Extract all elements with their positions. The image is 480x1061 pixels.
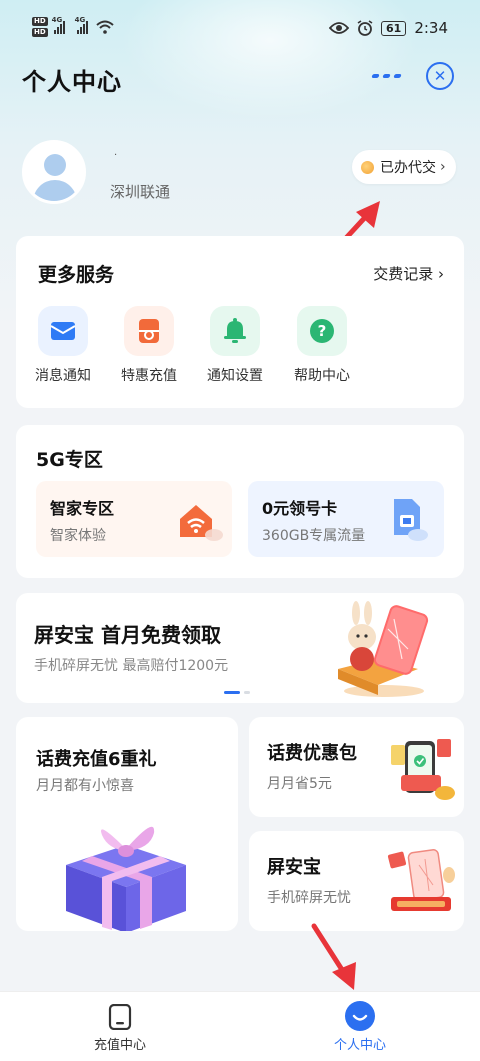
promo-subtitle: 月月省5元 (267, 776, 332, 792)
5g-zone-title: 5G专区 (36, 449, 103, 471)
banner-subtitle: 手机碎屏无忧 最高赔付1200元 (34, 658, 229, 674)
avatar[interactable] (22, 140, 86, 204)
service-label: 帮助中心 (294, 368, 350, 384)
phone-coupon-illustration (391, 739, 455, 800)
payment-records-link[interactable]: 交费记录 › (373, 263, 444, 284)
smart-home-subtitle: 智家体验 (50, 528, 106, 544)
screen-insurance-card[interactable]: 屏安宝 手机碎屏无忧 (249, 831, 464, 931)
signal-icon: 4G (75, 16, 88, 34)
services-title: 更多服务 (38, 264, 115, 286)
banner-pager (224, 691, 250, 694)
5g-zone-card: 5G专区 智家专区 智家体验 0元领号卡 360GB专属流量 (16, 425, 464, 578)
alarm-icon (357, 20, 373, 36)
screen-insurance-banner[interactable]: 屏安宝 首月免费领取 手机碎屏无忧 最高赔付1200元 (16, 593, 464, 703)
hd-indicator: HD HD (32, 17, 48, 37)
envelope-icon (38, 306, 88, 356)
bell-icon (210, 306, 260, 356)
promo-title: 话费充值6重礼 (36, 749, 157, 770)
smart-home-card[interactable]: 智家专区 智家体验 (36, 481, 232, 557)
service-item-messages[interactable]: 消息通知 (28, 306, 98, 385)
pager-dot-active (224, 691, 240, 694)
clock: 2:34 (414, 19, 448, 37)
nav-item-recharge-center[interactable]: 充值中心 (60, 992, 180, 1061)
coin-icon (361, 160, 374, 174)
signal-icon: 4G (52, 16, 65, 34)
gift-box-illustration (66, 826, 186, 931)
annotation-arrow (311, 923, 356, 990)
close-x-icon[interactable]: ✕ (426, 62, 454, 90)
smart-home-wifi-icon (180, 505, 223, 541)
promo-title: 话费优惠包 (267, 743, 357, 764)
paid-status-label: 已办代交 (380, 160, 436, 176)
more-dots-icon[interactable] (371, 66, 404, 86)
nav-label: 充值中心 (93, 1038, 146, 1053)
svg-text:?: ? (318, 322, 327, 340)
network-type: 4G (74, 16, 86, 24)
hd-label: HD (32, 28, 48, 37)
paid-status-button[interactable]: 已办代交 › (352, 150, 456, 184)
discount-pack-card[interactable]: 话费优惠包 月月省5元 (249, 717, 464, 817)
service-item-recharge[interactable]: 特惠充值 (114, 306, 184, 385)
banner-title: 屏安宝 首月免费领取 (34, 623, 221, 647)
service-label: 特惠充值 (121, 368, 177, 384)
battery-indicator: 61 (381, 20, 407, 36)
eye-icon (329, 22, 349, 34)
hd-label: HD (32, 17, 48, 26)
carrier-name: 深圳联通 (110, 183, 171, 201)
page-title: 个人中心 (22, 68, 122, 96)
network-type: 4G (51, 16, 63, 24)
smart-home-title: 智家专区 (50, 499, 115, 518)
promo-subtitle: 手机碎屏无忧 (267, 890, 351, 906)
question-icon: ? (297, 306, 347, 356)
promo-title: 屏安宝 (267, 857, 321, 878)
free-sim-card[interactable]: 0元领号卡 360GB专属流量 (248, 481, 444, 557)
promo-subtitle: 月月都有小惊喜 (36, 778, 134, 794)
nav-item-personal-center[interactable]: 个人中心 (300, 992, 420, 1061)
rabbit-phone-illustration (338, 601, 429, 697)
sim-card-icon (394, 499, 428, 541)
nav-label: 个人中心 (333, 1038, 386, 1053)
status-bar: HD HD 4G 4G 61 2:34 (0, 0, 480, 58)
pager-dot (244, 691, 250, 694)
username: · (114, 150, 118, 161)
bottom-nav: 充值中心 个人中心 (0, 991, 480, 1061)
phone-insurance-illustration (387, 849, 455, 911)
recharge-icon (124, 306, 174, 356)
service-label: 通知设置 (207, 368, 263, 384)
service-item-notification-settings[interactable]: 通知设置 (200, 306, 270, 385)
wifi-icon (96, 20, 114, 34)
free-sim-subtitle: 360GB专属流量 (262, 528, 366, 544)
smile-user-icon (345, 1001, 375, 1031)
more-services-card: 更多服务 交费记录 › 消息通知 特惠充值 通知设置 ? 帮助中心 (16, 236, 464, 408)
service-item-help[interactable]: ? 帮助中心 (287, 306, 357, 385)
service-label: 消息通知 (35, 368, 91, 384)
recharge-gift-card[interactable]: 话费充值6重礼 月月都有小惊喜 (16, 717, 238, 931)
chevron-right-icon: › (440, 159, 446, 175)
free-sim-title: 0元领号卡 (262, 499, 338, 518)
payment-records-label: 交费记录 (373, 265, 434, 283)
phone-recharge-icon (108, 1004, 132, 1030)
